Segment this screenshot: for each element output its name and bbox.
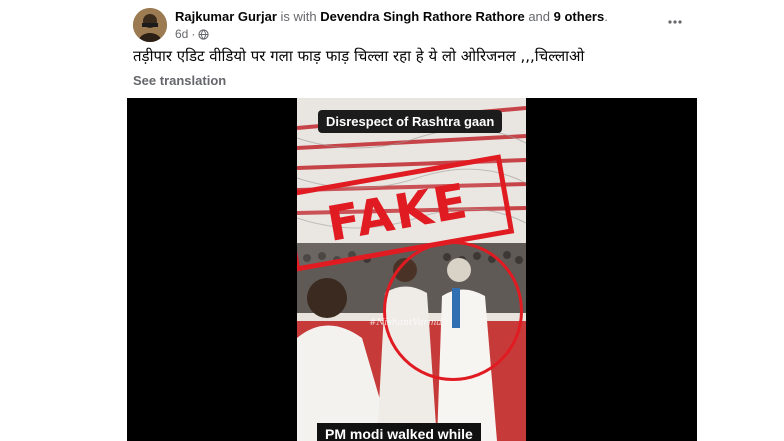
three-dots-icon (668, 20, 682, 24)
header-period: . (604, 9, 608, 24)
meta-separator: · (191, 27, 196, 41)
video-subtitle: PM modi walked while (317, 423, 481, 441)
video-frame: Disrespect of Rashtra gaan FAKE #Nishant… (297, 98, 526, 441)
author-name[interactable]: Rajkumar Gurjar (175, 9, 277, 24)
video-watermark: #NishantVarma (369, 318, 442, 328)
video-headline: Disrespect of Rashtra gaan (318, 110, 503, 133)
others-link[interactable]: 9 others (554, 9, 605, 24)
highlight-circle (383, 241, 523, 381)
is-with-text: is with (280, 9, 317, 24)
video-player[interactable]: Disrespect of Rashtra gaan FAKE #Nishant… (127, 98, 697, 441)
post-timestamp[interactable]: 6d (175, 27, 188, 41)
facebook-post: Rajkumar Gurjar is with Devendra Singh R… (0, 0, 784, 441)
avatar-photo (133, 8, 167, 42)
author-avatar[interactable] (133, 8, 167, 42)
globe-icon[interactable] (198, 28, 209, 40)
see-translation-link[interactable]: See translation (133, 73, 226, 88)
and-text: and (528, 9, 551, 24)
tagged-person-link[interactable]: Devendra Singh Rathore Rathore (320, 9, 524, 24)
post-meta: 6d · (175, 27, 209, 41)
more-options-button[interactable] (664, 12, 686, 32)
post-caption: तड़ीपार एडिट वीडियो पर गला फाड़ फाड़ चिल… (133, 47, 585, 65)
post-header: Rajkumar Gurjar is with Devendra Singh R… (175, 9, 608, 24)
